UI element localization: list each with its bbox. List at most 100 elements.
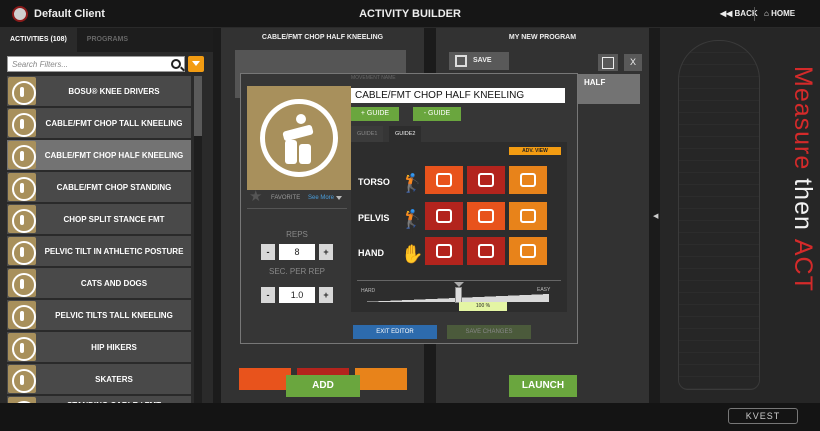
divider <box>357 280 561 281</box>
remove-guide-button[interactable]: - GUIDE <box>413 107 461 121</box>
list-item-label: CABLE/FMT CHOP STANDING <box>56 182 172 192</box>
list-item-label: PELVIC TILT IN ATHLETIC POSTURE <box>44 246 184 256</box>
scrollbar-thumb[interactable] <box>194 76 202 136</box>
easy-label: EASY <box>537 287 551 293</box>
search-icon[interactable] <box>171 59 181 69</box>
activity-icon <box>8 109 36 137</box>
list-item-label: CABLE/FMT CHOP TALL KNEELING <box>45 118 183 128</box>
list-item-label: PELVIC TILTS TALL KNEELING <box>55 310 173 320</box>
activity-list: BOSU® KNEE DRIVERS CABLE/FMT CHOP TALL K… <box>7 76 191 418</box>
favorite-star-icon[interactable]: ★ <box>249 187 262 205</box>
reps-input[interactable]: 8 <box>279 244 315 260</box>
see-more-link[interactable]: See More <box>308 195 334 201</box>
tab-guide2[interactable]: GUIDE2 <box>389 126 422 142</box>
kvest-logo: KVEST <box>728 408 798 424</box>
program-item[interactable]: HALF <box>576 74 640 104</box>
row-label-hand: HAND <box>358 248 384 258</box>
list-item-label: CHOP SPLIT STANCE FMT <box>63 214 165 224</box>
pelvis-left-option[interactable] <box>425 202 463 230</box>
bottom-bar <box>0 403 820 431</box>
hand-icon: ✋ <box>401 244 424 264</box>
search-input[interactable]: Search Filters... <box>7 56 185 72</box>
tab-guide1[interactable]: GUIDE1 <box>351 126 384 142</box>
torso-middle-option[interactable] <box>467 166 505 194</box>
guide-tile <box>355 368 407 390</box>
pelvis-right-option[interactable] <box>509 202 547 230</box>
guide-grid: ADV. VIEW TORSO 🏌 PELVIS 🏌 HAND ✋ HARD E… <box>351 142 567 312</box>
list-scrollbar[interactable] <box>194 76 202 431</box>
list-item[interactable]: CATS AND DOGS <box>7 268 191 298</box>
list-item[interactable]: HIP HIKERS <box>7 332 191 362</box>
list-item-label: CABLE/FMT CHOP HALF KNEELING <box>44 150 184 160</box>
add-guide-button[interactable]: + GUIDE <box>351 107 399 121</box>
list-item[interactable]: BOSU® KNEE DRIVERS <box>7 76 191 106</box>
reps-plus-button[interactable]: + <box>319 244 333 260</box>
list-item[interactable]: SKATERS <box>7 364 191 394</box>
tagline-act: ACT <box>789 238 817 292</box>
chevron-down-icon[interactable] <box>336 196 342 200</box>
filter-dropdown-button[interactable] <box>188 56 204 72</box>
reps-label: REPS <box>286 230 308 239</box>
tab-programs[interactable]: PROGRAMS <box>77 28 138 52</box>
home-button[interactable]: ⌂ HOME <box>764 9 795 18</box>
movement-name-input[interactable]: CABLE/FMT CHOP HALF KNEELING <box>351 88 565 103</box>
close-button[interactable]: X <box>624 54 642 71</box>
launch-button[interactable]: LAUNCH <box>509 375 577 397</box>
movement-name-label: MOVEMENT NAME <box>351 75 396 81</box>
home-label: HOME <box>771 9 796 18</box>
list-item[interactable]: CABLE/FMT CHOP TALL KNEELING <box>7 108 191 138</box>
reps-stepper: - 8 + <box>261 244 333 260</box>
torso-right-option[interactable] <box>509 166 547 194</box>
save-label: SAVE <box>473 57 492 64</box>
sec-stepper: - 1.0 + <box>261 287 333 303</box>
list-item-selected[interactable]: CABLE/FMT CHOP HALF KNEELING <box>7 140 191 170</box>
add-button[interactable]: ADD <box>286 375 360 397</box>
activity-icon <box>8 269 36 297</box>
tab-activities[interactable]: ACTIVITIES (108) <box>0 28 77 52</box>
hand-middle-option[interactable] <box>467 237 505 265</box>
list-item-label: SKATERS <box>95 374 133 384</box>
torso-left-option[interactable] <box>425 166 463 194</box>
sec-plus-button[interactable]: + <box>319 287 333 303</box>
list-item-label: BOSU® KNEE DRIVERS <box>68 86 160 96</box>
divider <box>754 7 755 21</box>
row-label-torso: TORSO <box>358 177 390 187</box>
exit-editor-button[interactable]: EXIT EDITOR <box>353 325 437 339</box>
save-changes-button[interactable]: SAVE CHANGES <box>447 325 531 339</box>
edit-icon[interactable] <box>598 54 618 71</box>
list-item-label: HIP HIKERS <box>91 342 137 352</box>
activity-icon <box>8 173 36 201</box>
reps-minus-button[interactable]: - <box>261 244 275 260</box>
divider <box>247 208 347 209</box>
hand-right-option[interactable] <box>509 237 547 265</box>
sec-input[interactable]: 1.0 <box>279 287 315 303</box>
pelvis-middle-option[interactable] <box>467 202 505 230</box>
difficulty-slider-handle[interactable] <box>454 282 464 303</box>
save-icon <box>455 55 467 67</box>
back-arrow-icon: ◀◀ <box>720 9 735 18</box>
activities-panel: ACTIVITIES (108) PROGRAMS Search Filters… <box>0 28 213 431</box>
adv-view-button[interactable]: ADV. VIEW <box>509 147 561 155</box>
activity-icon <box>8 141 36 169</box>
hand-left-option[interactable] <box>425 237 463 265</box>
sec-per-rep-label: SEC. PER REP <box>268 267 325 276</box>
list-item[interactable]: PELVIC TILT IN ATHLETIC POSTURE <box>7 236 191 266</box>
sec-minus-button[interactable]: - <box>261 287 275 303</box>
row-label-pelvis: PELVIS <box>358 213 390 223</box>
favorite-label: FAVORITE <box>271 195 301 201</box>
activity-icon <box>8 237 36 265</box>
save-button[interactable]: SAVE <box>449 52 509 70</box>
tagline: Measure then ACT <box>788 66 817 292</box>
program-title: MY NEW PROGRAM <box>508 34 577 41</box>
list-item[interactable]: CHOP SPLIT STANCE FMT <box>7 204 191 234</box>
list-item[interactable]: CABLE/FMT CHOP STANDING <box>7 172 191 202</box>
home-icon: ⌂ <box>764 9 772 18</box>
guide-tile <box>239 368 291 390</box>
list-item[interactable]: PELVIC TILTS TALL KNEELING <box>7 300 191 330</box>
activity-thumbnail <box>247 86 351 190</box>
difficulty-value: 100 % <box>459 302 507 311</box>
top-bar: Default Client ACTIVITY BUILDER ◀◀ BACK … <box>0 0 820 28</box>
collapse-arrow-icon[interactable]: ◀ <box>653 212 658 220</box>
back-button[interactable]: ◀◀ BACK <box>720 9 758 18</box>
tagline-measure: Measure <box>789 66 817 171</box>
